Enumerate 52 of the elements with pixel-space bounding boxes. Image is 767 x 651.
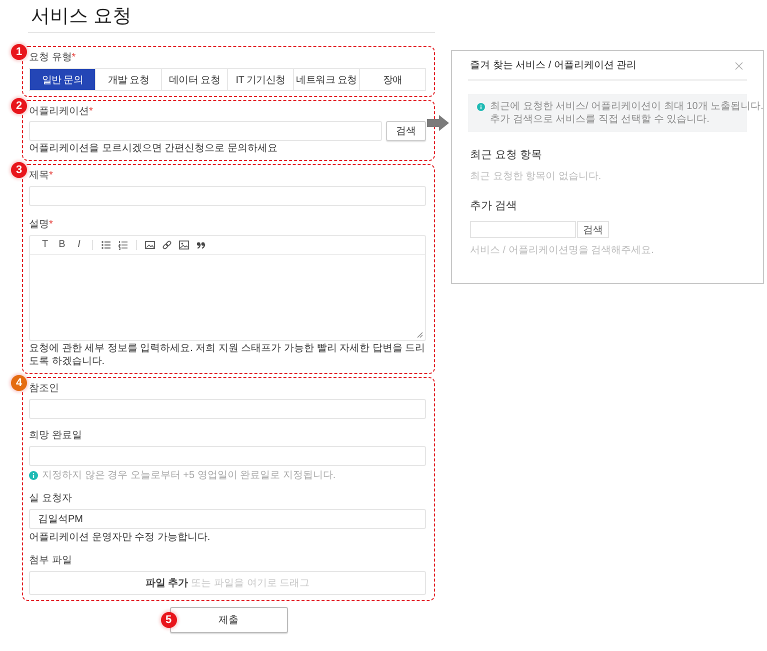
quote-icon[interactable] (196, 240, 206, 250)
numbered-list-icon[interactable] (118, 240, 128, 250)
help-text: 어플리케이션 운영자만 수정 가능합니다. (29, 531, 210, 544)
field-label: 요청 유형* (29, 51, 76, 64)
panel-title: 즐겨 찾는 서비스 / 어플리케이션 관리 (470, 59, 637, 72)
notice-text: 추가 검색으로 서비스를 직접 선택할 수 있습니다. (490, 113, 710, 126)
search-field[interactable] (470, 221, 576, 238)
format-button[interactable]: T (40, 239, 50, 251)
resize-grip-icon[interactable] (417, 332, 423, 338)
field-label: 제목* (29, 169, 53, 182)
search-button[interactable]: 검색 (577, 221, 609, 238)
picture-frame-icon[interactable] (179, 240, 189, 250)
image-icon[interactable] (145, 240, 155, 250)
request-type-tab[interactable]: 일반 문의 (30, 69, 95, 90)
step-marker: 2 (11, 98, 27, 114)
subject-field[interactable] (29, 186, 426, 206)
field-label: 참조인 (29, 382, 59, 395)
notice-text: 최근에 요청한 서비스/ 어플리케이션이 최대 10개 노출됩니다. (490, 100, 764, 113)
search-hint: 서비스 / 어플리케이션명을 검색해주세요. (470, 244, 654, 257)
close-icon[interactable] (735, 62, 743, 70)
format-button[interactable]: I (74, 239, 84, 251)
help-text: 요청에 관한 세부 정보를 입력하세요. 저희 지원 스태프가 가능한 빨리 자세한 답변을 드리도록 하겠습니다. (29, 342, 426, 368)
right-arrow-icon (427, 115, 449, 131)
section-heading: 최근 요청 항목 (470, 148, 542, 162)
field-label: 어플리케이션* (29, 105, 93, 118)
file-drop-area[interactable]: 파일 추가 또는 파일을 여기로 드래그 (29, 571, 426, 595)
step-marker: 1 (11, 44, 27, 60)
step-marker: 4 (11, 375, 27, 391)
info-icon (477, 103, 485, 111)
field-label: 첨부 파일 (29, 554, 72, 567)
step-marker: 5 (160, 612, 176, 628)
field-label: 실 요청자 (29, 492, 72, 505)
request-type-tab[interactable]: 네트워크 요청 (293, 69, 359, 90)
link-icon[interactable] (162, 240, 172, 250)
bullet-list-icon[interactable] (101, 240, 111, 250)
empty-message: 최근 요청한 항목이 없습니다. (470, 170, 602, 183)
info-note: 지정하지 않은 경우 오늘로부터 +5 영업일이 완료일로 지정됩니다. (42, 469, 336, 482)
page-title: 서비스 요청 (31, 5, 132, 28)
requester-field[interactable]: 김일석PM (29, 509, 426, 529)
field-label: 희망 완료일 (29, 429, 82, 442)
help-text: 어플리케이션을 모르시겠으면 간편신청으로 문의하세요 (29, 142, 278, 155)
search-button[interactable]: 검색 (386, 121, 426, 141)
add-file-link[interactable]: 파일 추가 (145, 576, 188, 590)
field-label: 설명* (29, 218, 53, 231)
format-button[interactable]: B (57, 239, 67, 251)
drag-hint: 또는 파일을 여기로 드래그 (191, 577, 310, 590)
step-marker: 3 (11, 162, 27, 178)
cc-field[interactable] (29, 399, 426, 419)
section-heading: 추가 검색 (470, 199, 518, 213)
info-icon (29, 471, 38, 480)
due-date-field[interactable] (29, 446, 426, 466)
application-field[interactable] (29, 121, 382, 141)
